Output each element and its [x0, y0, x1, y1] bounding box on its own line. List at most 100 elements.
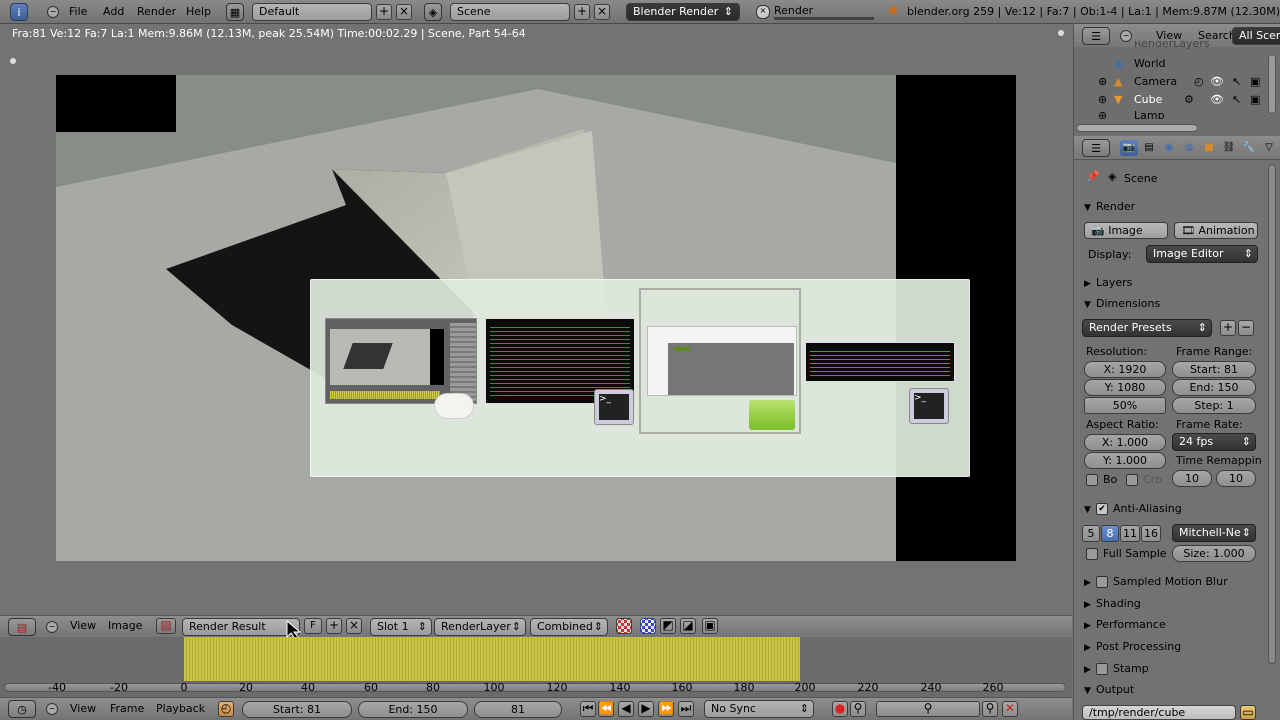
- render-image-button[interactable]: 📷 Image: [1084, 222, 1168, 239]
- aspect-x-field[interactable]: X: 1.000: [1084, 434, 1166, 451]
- timeline-end-field[interactable]: End: 150: [358, 701, 468, 718]
- add-screen-button[interactable]: +: [376, 4, 392, 20]
- render-panel-header[interactable]: ▼ Render: [1084, 198, 1135, 216]
- corner-handle-icon[interactable]: [10, 58, 16, 64]
- auto-keyframe-record-icon[interactable]: ●: [832, 701, 848, 717]
- insert-keyframe-icon[interactable]: ⚲: [982, 701, 998, 717]
- properties-scrollbar[interactable]: [1268, 164, 1276, 664]
- jump-keyframe-forward-icon[interactable]: ⏩: [658, 701, 674, 717]
- jump-start-icon[interactable]: ⏮: [580, 701, 596, 717]
- visibility-eye-icon[interactable]: 👁: [1210, 73, 1224, 91]
- expand-icon[interactable]: ⊕: [1098, 91, 1107, 109]
- scene-icon[interactable]: ◈: [424, 3, 442, 21]
- image-name-field[interactable]: Render Result: [182, 618, 300, 636]
- properties-editor-icon[interactable]: ☰: [1082, 139, 1110, 157]
- outliner-scrollbar-v[interactable]: [1268, 54, 1276, 114]
- render-layers-tab-icon[interactable]: ▤: [1140, 140, 1158, 156]
- fake-user-button[interactable]: F: [304, 618, 322, 634]
- menu-frame[interactable]: Frame: [110, 702, 144, 715]
- layers-panel-header[interactable]: ▶ Layers: [1084, 274, 1132, 292]
- browse-image-icon[interactable]: ▨: [156, 618, 176, 634]
- menu-view[interactable]: View: [70, 702, 96, 715]
- aspect-y-field[interactable]: Y: 1.000: [1084, 452, 1166, 469]
- remap-old-field[interactable]: 10: [1172, 470, 1212, 487]
- stamp-checkbox[interactable]: [1096, 663, 1108, 675]
- frame-rate-select[interactable]: 24 fps ⇕: [1172, 433, 1256, 451]
- keying-set-icon[interactable]: ⚲: [850, 701, 866, 717]
- stamp-panel-header[interactable]: ▶ Stamp: [1084, 660, 1149, 678]
- resolution-x-field[interactable]: X: 1920: [1084, 361, 1166, 378]
- constraints-tab-icon[interactable]: ⛓: [1220, 140, 1238, 156]
- menu-add[interactable]: Add: [103, 3, 124, 21]
- motion-blur-checkbox[interactable]: [1096, 576, 1108, 588]
- frame-end-field[interactable]: End: 150: [1172, 379, 1256, 396]
- frame-start-field[interactable]: Start: 81: [1172, 361, 1256, 378]
- aa-samples-5[interactable]: 5: [1082, 525, 1100, 542]
- outliner-editor[interactable]: ☰ − View Search All Scene RenderLayers ◉…: [1073, 24, 1280, 136]
- render-pass-select[interactable]: Combined ⇕: [530, 618, 608, 636]
- full-sample-checkbox[interactable]: Full Sample: [1086, 547, 1167, 560]
- antialiasing-checkbox[interactable]: ✔: [1096, 503, 1108, 515]
- menu-render[interactable]: Render: [137, 3, 176, 21]
- render-presets-select[interactable]: Render Presets ⇕: [1082, 319, 1212, 337]
- timeline-start-field[interactable]: Start: 81: [242, 701, 352, 718]
- aa-samples-11[interactable]: 11: [1120, 525, 1140, 542]
- cancel-render-icon[interactable]: ×: [756, 5, 770, 19]
- jump-end-icon[interactable]: ⏭: [678, 701, 694, 717]
- window-thumbnail-terminal-2[interactable]: [805, 342, 955, 382]
- delete-keyframe-icon[interactable]: ✕: [1002, 701, 1018, 717]
- object-tab-icon[interactable]: ■: [1200, 140, 1218, 156]
- world-tab-icon[interactable]: ◍: [1180, 140, 1198, 156]
- outliner-row-renderlayers[interactable]: RenderLayers: [1074, 41, 1270, 51]
- channels-rgb-icon[interactable]: ◩: [660, 618, 676, 634]
- current-frame-field[interactable]: 81: [474, 701, 562, 718]
- unlink-image-button[interactable]: ×: [346, 618, 362, 634]
- z-buffer-icon[interactable]: ▣: [702, 618, 718, 634]
- use-preview-range-icon[interactable]: ◴: [218, 701, 234, 717]
- add-scene-button[interactable]: +: [574, 4, 590, 20]
- new-image-button[interactable]: +: [326, 618, 342, 634]
- window-thumbnail-blender[interactable]: [325, 318, 477, 419]
- renderable-camera-icon[interactable]: ▣: [1250, 91, 1260, 109]
- add-preset-button[interactable]: +: [1220, 320, 1236, 336]
- scene-tab-icon[interactable]: ◉: [1160, 140, 1178, 156]
- render-tab-icon[interactable]: 📷: [1120, 140, 1138, 156]
- menu-playback[interactable]: Playback: [156, 702, 205, 715]
- outliner-row-world[interactable]: ◉ World: [1074, 55, 1270, 73]
- screen-layout-field[interactable]: Default: [252, 3, 372, 21]
- window-thumbnail-terminal-1[interactable]: >_: [485, 318, 635, 425]
- antialiasing-panel-header[interactable]: ▼ ✔ Anti-Aliasing: [1084, 500, 1182, 518]
- info-editor-icon[interactable]: i: [10, 3, 28, 21]
- delete-scene-button[interactable]: ×: [594, 4, 610, 20]
- render-animation-button[interactable]: 🎞 Animation: [1174, 222, 1258, 239]
- browse-folder-icon[interactable]: ▭: [1240, 705, 1256, 720]
- performance-panel-header[interactable]: ▶ Performance: [1084, 616, 1166, 634]
- active-keying-set-field[interactable]: ⚲: [876, 701, 980, 717]
- menu-help[interactable]: Help: [186, 3, 211, 21]
- aa-samples-8[interactable]: 8: [1101, 525, 1119, 542]
- dimensions-panel-header[interactable]: ▼ Dimensions: [1084, 295, 1160, 313]
- sync-mode-select[interactable]: No Sync ⇕: [704, 700, 814, 718]
- draw-alpha-icon[interactable]: [616, 618, 632, 634]
- aa-filter-select[interactable]: Mitchell-Ne ⇕: [1172, 524, 1256, 542]
- properties-editor[interactable]: ☰ 📷 ▤ ◉ ◍ ■ ⛓ 🔧 ▽ 📌 ◈ Scene ▼ Render 📷 Im…: [1073, 136, 1280, 720]
- expand-icon[interactable]: ⊕: [1098, 73, 1107, 91]
- play-reverse-icon[interactable]: ◀: [618, 701, 634, 717]
- menu-image[interactable]: Image: [108, 619, 142, 632]
- window-switcher-overlay[interactable]: >_ >_: [310, 279, 970, 477]
- expand-icon[interactable]: ⊕: [1098, 109, 1107, 119]
- data-tab-icon[interactable]: ▽: [1260, 140, 1278, 156]
- outliner-scrollbar-h[interactable]: [1076, 124, 1198, 132]
- scene-field[interactable]: Scene: [450, 3, 570, 21]
- delete-screen-button[interactable]: ×: [396, 4, 412, 20]
- remove-preset-button[interactable]: −: [1238, 320, 1254, 336]
- channels-alpha-icon[interactable]: ◪: [680, 618, 696, 634]
- motion-blur-panel-header[interactable]: ▶ Sampled Motion Blur: [1084, 573, 1228, 591]
- channels-rgb-alpha-icon[interactable]: [640, 618, 656, 634]
- menu-file[interactable]: File: [69, 3, 87, 21]
- image-editor[interactable]: Fra:81 Ve:12 Fa:7 La:1 Mem:9.86M (12.13M…: [0, 24, 1072, 616]
- crop-checkbox[interactable]: Cro: [1126, 473, 1162, 486]
- output-panel-header[interactable]: ▼ Output: [1084, 681, 1134, 699]
- post-processing-panel-header[interactable]: ▶ Post Processing: [1084, 638, 1181, 656]
- outliner-row-lamp[interactable]: ⊕ Lamp: [1074, 109, 1270, 119]
